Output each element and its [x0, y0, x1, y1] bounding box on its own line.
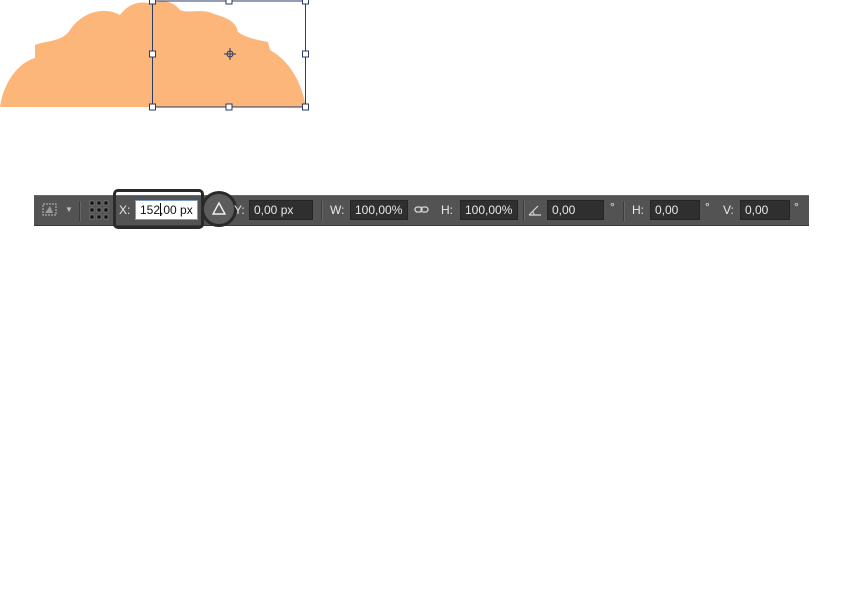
rotation-degree-unit: ° [610, 200, 615, 214]
vertical-skew-degree-unit: ° [794, 200, 799, 214]
height-label: H: [441, 203, 453, 217]
horizontal-skew-label: H: [632, 203, 644, 217]
handle-middle-left [149, 50, 156, 58]
horizontal-skew-input[interactable]: 0,00 [650, 200, 700, 220]
handle-bottom-left [149, 103, 156, 111]
transform-options-bar: ▼ X: 152,00 px Y: 0,00 px W: 100,00% H: … [34, 189, 809, 229]
handle-top-middle [225, 0, 233, 5]
relative-positioning-highlight [201, 191, 237, 227]
y-position-input[interactable]: 0,00 px [249, 200, 313, 220]
vertical-skew-label: V: [723, 203, 734, 217]
handle-bottom-middle [225, 103, 233, 111]
handle-top-right [302, 0, 309, 5]
triangle-relative-positioning-icon[interactable] [210, 200, 228, 218]
separator [79, 201, 81, 221]
x-position-input[interactable]: 152,00 px [135, 200, 198, 220]
transform-tool-icon[interactable] [41, 201, 61, 224]
separator [321, 201, 323, 221]
horizontal-skew-degree-unit: ° [705, 200, 710, 214]
x-value-integer: 152 [140, 203, 161, 217]
rotation-input[interactable]: 0,00 [547, 200, 604, 220]
height-input[interactable]: 100,00% [460, 200, 518, 220]
separator [623, 201, 625, 221]
width-label: W: [330, 203, 345, 217]
handle-middle-right [302, 50, 309, 58]
vertical-skew-input[interactable]: 0,00 [740, 200, 790, 220]
y-label: Y: [234, 203, 245, 217]
width-input[interactable]: 100,00% [350, 200, 408, 220]
handle-top-left [149, 0, 156, 5]
angle-icon [527, 202, 543, 223]
handle-bottom-right [302, 103, 309, 111]
reference-point-grid-icon[interactable] [89, 200, 109, 225]
x-value-decimal: ,00 px [160, 203, 193, 217]
separator [523, 201, 525, 221]
tool-preset-chevron-down-icon[interactable]: ▼ [65, 201, 73, 219]
chain-link-icon[interactable] [414, 202, 430, 223]
canvas-artwork [0, 0, 309, 111]
x-label: X: [119, 203, 131, 217]
document-canvas[interactable] [0, 0, 850, 190]
